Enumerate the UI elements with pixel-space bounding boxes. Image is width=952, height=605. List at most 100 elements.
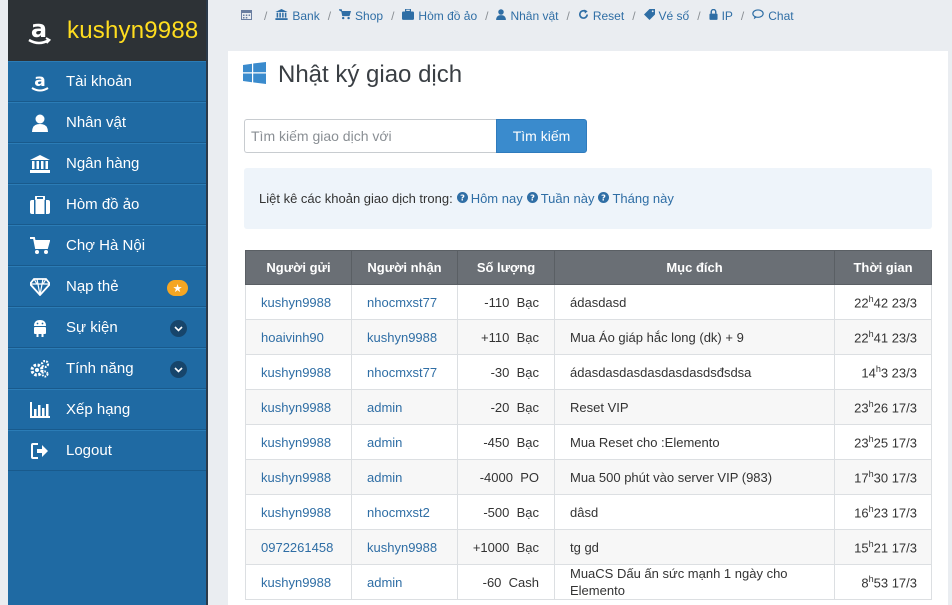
- column-header[interactable]: Số lượng: [457, 250, 555, 285]
- column-header[interactable]: Người gửi: [245, 250, 352, 285]
- amount-unit: Bạc: [516, 504, 539, 520]
- nav-separator: /: [485, 9, 489, 23]
- sidebar-item-label: Hòm đồ ảo: [66, 196, 140, 213]
- sign-out-icon: [30, 441, 50, 461]
- nav-character[interactable]: Nhân vật: [496, 9, 559, 23]
- filter-month-link[interactable]: ? Tháng này: [598, 191, 674, 206]
- briefcase-icon: [30, 195, 50, 215]
- chevron-down-icon[interactable]: [170, 320, 187, 337]
- star-badge-icon: ★: [167, 280, 188, 296]
- brand-header[interactable]: a kushyn9988: [8, 0, 206, 61]
- sender-link[interactable]: 0972261458: [245, 529, 352, 565]
- question-circle-icon: ?: [598, 191, 612, 206]
- time-cell: 22h41 23/3: [834, 319, 932, 355]
- sidebar-item-topup[interactable]: Nạp thẻ ★: [8, 266, 206, 307]
- receiver-link[interactable]: nhocmxst77: [351, 354, 458, 390]
- purpose-cell: dâsd: [554, 494, 835, 530]
- sidebar-item-account[interactable]: a Tài khoản: [8, 61, 206, 102]
- nav-reset[interactable]: Reset: [578, 9, 624, 23]
- transactions-table: Người gửi Người nhận Số lượng Mục đích T…: [245, 250, 932, 600]
- time-hour: 22: [854, 295, 869, 311]
- nav-calendar[interactable]: [241, 9, 256, 23]
- amount-unit: Bạc: [516, 329, 539, 345]
- sender-link[interactable]: kushyn9988: [245, 284, 352, 320]
- sidebar-item-label: Nhân vật: [66, 114, 127, 131]
- time-rest: 26 17/3: [873, 400, 917, 416]
- sidebar-item-events[interactable]: Sự kiện: [8, 307, 206, 348]
- time-cell: 16h23 17/3: [834, 494, 932, 530]
- nav-label: Nhân vật: [510, 9, 559, 23]
- purpose-cell: ádasdasd: [554, 284, 835, 320]
- purpose-cell: MuaCS Dấu ấn sức mạnh 1 ngày cho Element…: [554, 564, 835, 600]
- question-circle-icon: ?: [456, 191, 471, 206]
- time-cell: 17h30 17/3: [834, 459, 932, 495]
- sender-link[interactable]: hoaivinh90: [245, 319, 352, 355]
- nav-label: Reset: [592, 9, 625, 23]
- nav-inventory[interactable]: Hòm đồ ảo: [402, 8, 478, 23]
- sidebar-item-label: Logout: [66, 442, 112, 459]
- cart-icon: [337, 9, 355, 23]
- column-header[interactable]: Thời gian: [834, 250, 932, 285]
- nav-lottery[interactable]: Vé số: [643, 9, 689, 23]
- time-rest: 41 23/3: [873, 330, 917, 346]
- nav-label: Hòm đồ ảo: [418, 9, 478, 23]
- nav-bank[interactable]: Bank: [275, 9, 320, 23]
- table-row: kushyn9988 nhocmxst2 -500 Bạc dâsd 16h23 17/…: [245, 494, 932, 530]
- receiver-link[interactable]: admin: [351, 459, 458, 495]
- purpose-cell: tg gd: [554, 529, 835, 565]
- filter-label: Tháng này: [612, 191, 674, 206]
- sidebar-item-bank[interactable]: Ngân hàng: [8, 143, 206, 184]
- nav-separator: /: [697, 9, 701, 23]
- filter-label: Hôm nay: [470, 191, 523, 206]
- column-header[interactable]: Mục đích: [554, 250, 835, 285]
- nav-shop[interactable]: Shop: [337, 9, 383, 23]
- amount-cell: -110 Bạc: [457, 284, 555, 320]
- sidebar-item-logout[interactable]: Logout: [8, 430, 206, 471]
- table-row: kushyn9988 nhocmxst77 -30 Bạc ádasdasdasdas…: [245, 354, 932, 390]
- receiver-link[interactable]: admin: [351, 564, 458, 600]
- sender-link[interactable]: kushyn9988: [245, 459, 352, 495]
- time-rest: 30 17/3: [873, 470, 917, 486]
- sidebar-item-features[interactable]: Tính năng: [8, 348, 206, 389]
- filter-today-link[interactable]: ? Hôm nay: [456, 191, 523, 206]
- sender-link[interactable]: kushyn9988: [245, 564, 352, 600]
- filter-label: Tuần này: [540, 191, 595, 206]
- sender-link[interactable]: kushyn9988: [245, 389, 352, 425]
- amount-cell: -20 Bạc: [457, 389, 555, 425]
- receiver-link[interactable]: kushyn9988: [351, 529, 458, 565]
- search-input[interactable]: [244, 119, 497, 153]
- sidebar-item-label: Chợ Hà Nội: [66, 237, 146, 254]
- sender-link[interactable]: kushyn9988: [245, 494, 352, 530]
- receiver-link[interactable]: nhocmxst77: [351, 284, 458, 320]
- bar-chart-icon: [30, 400, 50, 420]
- sender-link[interactable]: kushyn9988: [245, 354, 352, 390]
- nav-ip[interactable]: IP: [709, 8, 733, 23]
- column-header[interactable]: Người nhận: [351, 250, 458, 285]
- nav-chat[interactable]: Chat: [752, 9, 794, 23]
- nav-separator: /: [391, 9, 395, 23]
- sidebar-item-character[interactable]: Nhân vật: [8, 102, 206, 143]
- page-header: Nhật ký giao dịch: [243, 61, 462, 89]
- sender-link[interactable]: kushyn9988: [245, 424, 352, 460]
- nav-separator: /: [566, 9, 570, 23]
- purpose-cell: Reset VIP: [554, 389, 835, 425]
- amount-value: +110: [481, 329, 510, 345]
- amount-cell: -450 Bạc: [457, 424, 555, 460]
- filter-box: Liệt kê các khoản giao dịch trong: ? Hôm …: [244, 168, 932, 229]
- receiver-link[interactable]: admin: [351, 389, 458, 425]
- sidebar-item-ranking[interactable]: Xếp hạng: [8, 389, 206, 430]
- refresh-icon: [578, 9, 593, 23]
- amount-unit: Bạc: [516, 399, 539, 415]
- receiver-link[interactable]: nhocmxst2: [351, 494, 458, 530]
- bank-icon: [275, 9, 292, 23]
- amount-cell: -30 Bạc: [457, 354, 555, 390]
- nav-label: Bank: [292, 9, 320, 23]
- search-button[interactable]: Tìm kiếm: [496, 119, 587, 153]
- receiver-link[interactable]: kushyn9988: [351, 319, 458, 355]
- receiver-link[interactable]: admin: [351, 424, 458, 460]
- chevron-down-icon[interactable]: [170, 361, 187, 378]
- sidebar-item-market[interactable]: Chợ Hà Nội: [8, 225, 206, 266]
- sidebar-item-inventory[interactable]: Hòm đồ ảo: [8, 184, 206, 225]
- briefcase-icon: [402, 8, 418, 23]
- filter-week-link[interactable]: ? Tuần này: [526, 191, 595, 206]
